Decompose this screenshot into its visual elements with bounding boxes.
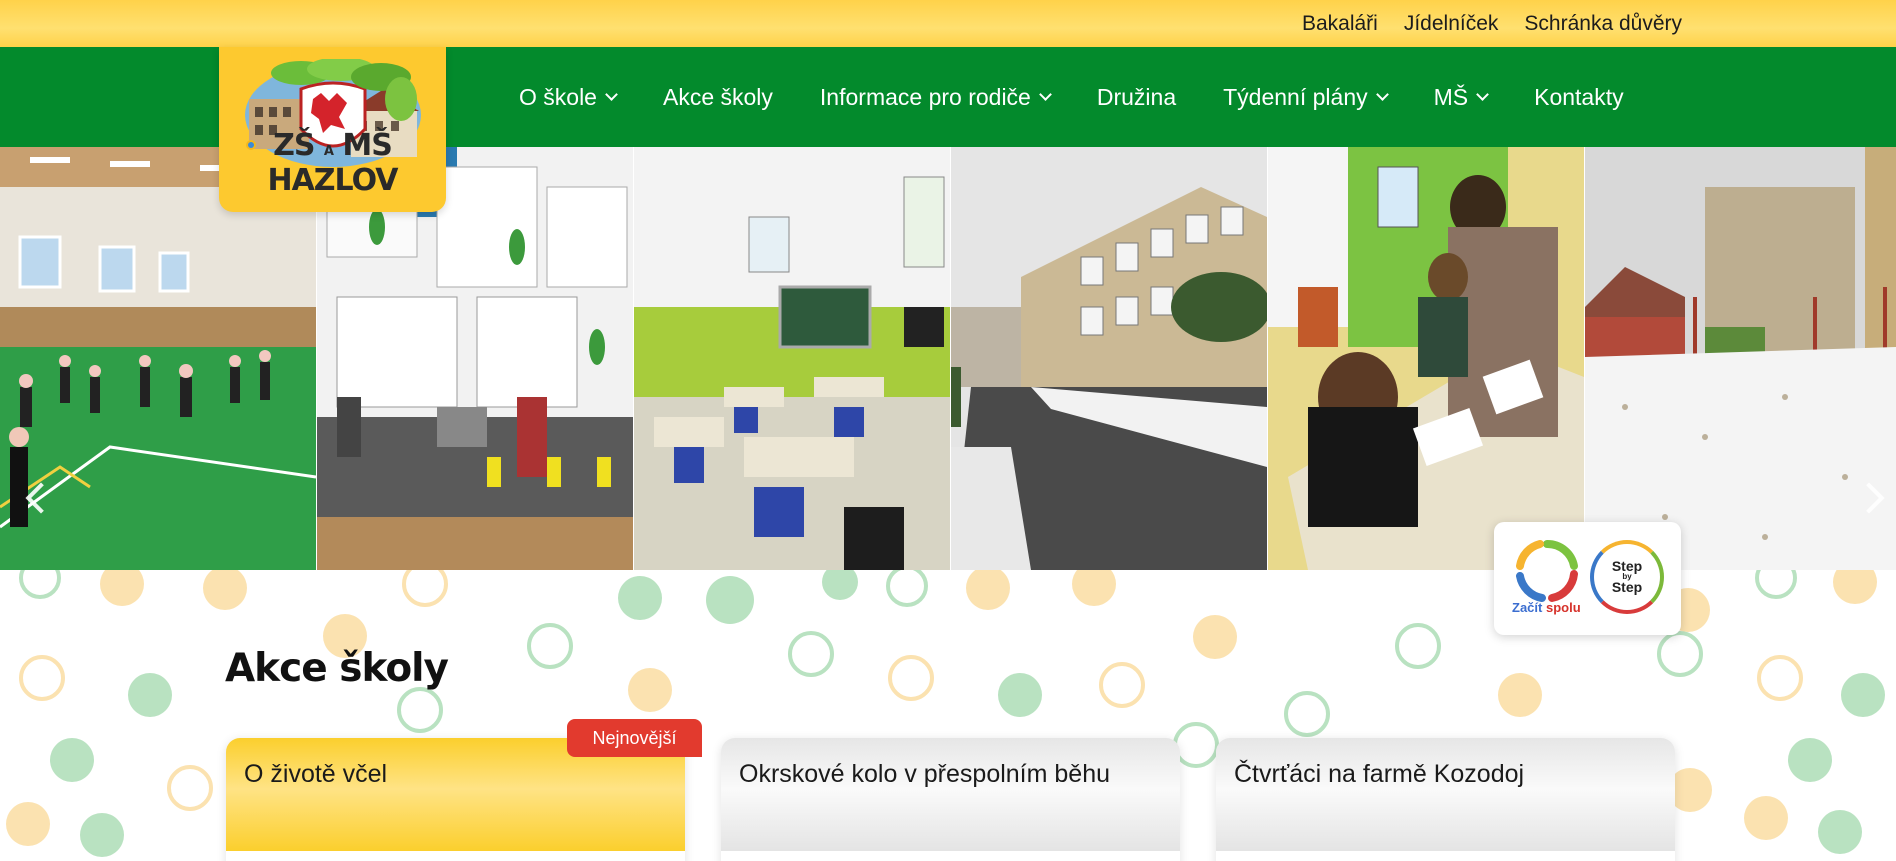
event-card[interactable]: Čtvrťáci na farmě Kozodoj — [1216, 738, 1675, 861]
students-photo — [1268, 147, 1584, 570]
chevron-down-icon — [1375, 87, 1389, 101]
chevron-down-icon — [605, 87, 618, 101]
event-card-title: Čtvrťáci na farmě Kozodoj — [1216, 738, 1675, 851]
link-jidelnicek[interactable]: Jídelníček — [1404, 12, 1499, 36]
playground-photo — [1585, 147, 1896, 570]
link-bakalari[interactable]: Bakaláři — [1302, 12, 1378, 36]
link-schranka-duvery[interactable]: Schránka důvěry — [1524, 12, 1682, 36]
nav-item-tydenni-plany[interactable]: Týdenní plány — [1223, 83, 1389, 111]
logo-text: ZŠ A MŠ HAZLOV — [267, 128, 398, 198]
nav-item-label: O škole — [519, 83, 597, 110]
step-by-step-label: Step by Step — [1611, 558, 1643, 595]
school-building-photo — [951, 147, 1267, 570]
zacit-spolu-logo-icon — [1516, 539, 1578, 602]
slide-classroom — [634, 147, 950, 570]
nav-item-label: Informace pro rodiče — [819, 83, 1031, 110]
event-card[interactable]: Okrskové kolo v přespolním běhu — [721, 738, 1180, 861]
nav-item-ms[interactable]: MŠ — [1433, 83, 1489, 111]
zacit-spolu-label: Začít spolu — [1512, 600, 1581, 615]
nav-item-kontakty[interactable]: Kontakty — [1534, 84, 1624, 111]
chevron-down-icon — [1476, 87, 1489, 101]
nav-item-label: Týdenní plány — [1223, 83, 1368, 110]
slider-next-arrow-icon[interactable] — [1858, 477, 1886, 517]
newest-badge: Nejnovější — [567, 719, 702, 757]
nav-item-o-skole[interactable]: O škole — [519, 83, 618, 111]
utility-links: Bakaláři Jídelníček Schránka důvěry — [1302, 0, 1682, 47]
partner-badge[interactable]: Začít spolu Step by Step — [1494, 522, 1681, 635]
nav-item-label: Družina — [1096, 83, 1177, 110]
section-title: Akce školy — [225, 646, 449, 691]
nav-item-label: Akce školy — [662, 83, 773, 110]
nav-item-akce-skoly[interactable]: Akce školy — [663, 84, 773, 111]
slider-prev-arrow-icon[interactable] — [22, 477, 50, 517]
nav-item-label: Kontakty — [1534, 83, 1624, 110]
main-nav: O škole Akce školy Informace pro rodiče … — [519, 47, 1624, 147]
nav-item-druzina[interactable]: Družina — [1097, 84, 1176, 111]
chevron-down-icon — [1038, 87, 1052, 101]
slide-students — [1268, 147, 1584, 570]
nav-item-informace-pro-rodice[interactable]: Informace pro rodiče — [819, 83, 1052, 111]
event-card-title: Okrskové kolo v přespolním běhu — [721, 738, 1180, 851]
slide-school-building — [951, 147, 1267, 570]
classroom-photo — [634, 147, 950, 570]
slide-playground — [1585, 147, 1896, 570]
school-logo[interactable]: ZŠ A MŠ HAZLOV — [219, 47, 446, 212]
top-utility-bar: Bakaláři Jídelníček Schránka důvěry — [0, 0, 1896, 47]
step-by-step-logo: Step by Step — [1590, 540, 1664, 614]
nav-item-label: MŠ — [1433, 83, 1469, 110]
